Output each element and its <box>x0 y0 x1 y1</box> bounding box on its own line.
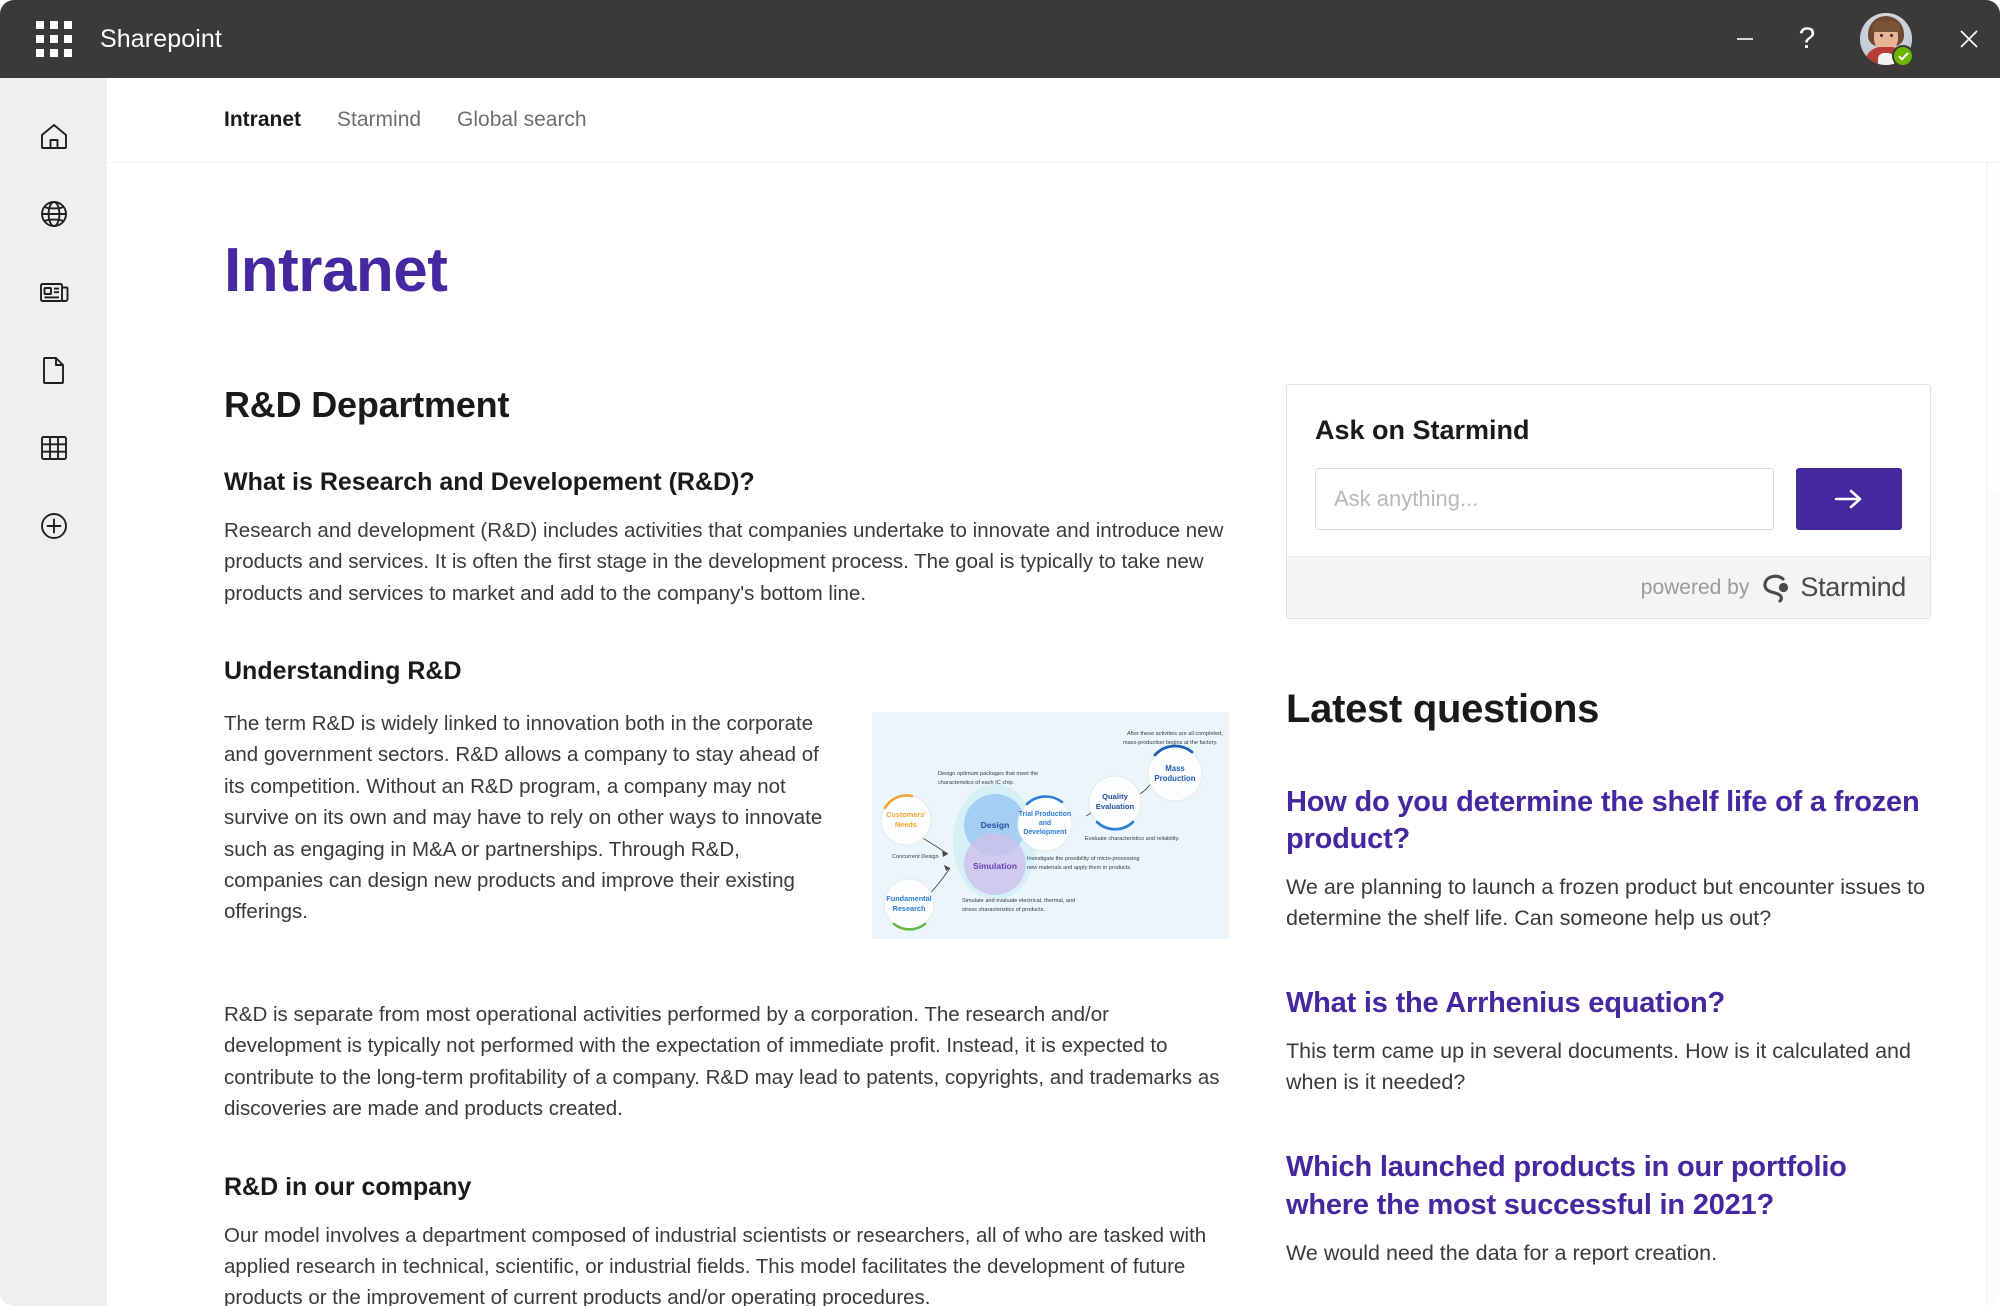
latest-questions-title: Latest questions <box>1286 687 1931 732</box>
svg-text:Research: Research <box>893 904 926 913</box>
svg-text:Customers': Customers' <box>886 810 926 819</box>
question-link[interactable]: Which launched products in our portfolio… <box>1286 1149 1931 1223</box>
svg-text:Simulation: Simulation <box>973 861 1017 871</box>
powered-by-label: powered by <box>1641 576 1750 600</box>
scrollbar-thumb[interactable] <box>1989 163 1999 493</box>
section-heading: R&D Department <box>224 384 1229 426</box>
ask-on-starmind-card: Ask on Starmind <box>1286 384 1931 619</box>
subheading-understanding-rd: Understanding R&D <box>224 657 1229 686</box>
tab-bar: Intranet Starmind Global search <box>107 78 2000 163</box>
tab-global-search[interactable]: Global search <box>457 108 587 132</box>
ask-input-row <box>1315 468 1902 530</box>
sidebar-column: Ask on Starmind <box>1286 384 1931 1268</box>
svg-text:Design: Design <box>981 820 1010 830</box>
paragraph-rd-separate: R&D is separate from most operational ac… <box>224 999 1229 1124</box>
rail-item-global[interactable] <box>22 182 86 246</box>
ask-input[interactable] <box>1315 468 1774 530</box>
article-column: R&D Department What is Research and Deve… <box>224 384 1229 1306</box>
two-column-layout: R&D Department What is Research and Deve… <box>224 384 2000 1306</box>
app-launcher-waffle-icon[interactable] <box>36 21 72 57</box>
svg-text:Investigate the possibility of: Investigate the possibility of micro-pro… <box>1027 856 1140 862</box>
question-link[interactable]: How do you determine the shelf life of a… <box>1286 784 1931 858</box>
svg-text:Concurrent Design: Concurrent Design <box>892 854 939 860</box>
svg-text:stress characteristics of prod: stress characteristics of products. <box>962 907 1045 913</box>
subheading-rd-in-our-company: R&D in our company <box>224 1173 1229 1202</box>
globe-icon <box>37 197 71 231</box>
starmind-swoosh-icon <box>1761 572 1791 604</box>
understanding-block: Customers' Needs Fundamental Research <box>224 708 1229 951</box>
paragraph-rd-in-our-company: Our model involves a department composed… <box>224 1220 1229 1306</box>
close-button[interactable] <box>1938 0 2000 78</box>
window-controls: ? <box>1714 0 2000 78</box>
page-body: Intranet R&D Department What is Research… <box>107 235 2000 1306</box>
document-icon <box>37 353 71 387</box>
app-window: Sharepoint ? <box>0 0 2000 1306</box>
arrow-right-icon <box>1832 486 1866 512</box>
content-area: Intranet Starmind Global search Intranet… <box>107 78 2000 1306</box>
svg-text:Quality: Quality <box>1102 792 1129 801</box>
svg-text:Mass: Mass <box>1165 764 1185 773</box>
svg-text:Production: Production <box>1154 774 1195 783</box>
page-title: Intranet <box>224 235 2000 306</box>
svg-text:Needs: Needs <box>895 820 917 829</box>
svg-text:Design optimum packages that m: Design optimum packages that meet the <box>938 771 1038 777</box>
question-item: How do you determine the shelf life of a… <box>1286 784 1931 933</box>
app-title: Sharepoint <box>100 25 222 54</box>
tab-starmind[interactable]: Starmind <box>337 108 421 132</box>
left-nav-rail <box>0 78 107 1306</box>
svg-text:mass-production begins at the: mass-production begins at the factory. <box>1123 740 1218 746</box>
ask-card-footer: powered by Starmind <box>1287 556 1930 618</box>
title-bar: Sharepoint ? <box>0 0 2000 78</box>
news-icon <box>37 275 71 309</box>
help-icon: ? <box>1799 24 1816 54</box>
rail-item-create[interactable] <box>22 494 86 558</box>
starmind-logo: Starmind <box>1761 572 1906 604</box>
question-item: What is the Arrhenius equation? This ter… <box>1286 985 1931 1097</box>
help-button[interactable]: ? <box>1776 0 1838 78</box>
rail-item-news[interactable] <box>22 260 86 324</box>
home-icon <box>37 119 71 153</box>
question-excerpt: We would need the data for a report crea… <box>1286 1238 1931 1269</box>
subheading-what-is-rd: What is Research and Developement (R&D)? <box>224 468 1229 497</box>
rd-process-flow-diagram: Customers' Needs Fundamental Research <box>872 712 1229 939</box>
question-link[interactable]: What is the Arrhenius equation? <box>1286 985 1931 1022</box>
minimize-button[interactable] <box>1714 0 1776 78</box>
question-excerpt: We are planning to launch a frozen produ… <box>1286 872 1931 933</box>
vertical-scrollbar[interactable] <box>1986 163 2000 1306</box>
rail-item-lists[interactable] <box>22 416 86 480</box>
svg-text:Trial Production: Trial Production <box>1019 811 1071 818</box>
plus-circle-icon <box>37 509 71 543</box>
avatar[interactable] <box>1860 13 1912 65</box>
svg-text:Evaluate characteristics and r: Evaluate characteristics and reliability… <box>1085 836 1180 842</box>
svg-text:new materials and apply them i: new materials and apply them in products… <box>1027 865 1132 871</box>
grid-icon <box>37 431 71 465</box>
starmind-wordmark: Starmind <box>1800 572 1906 603</box>
tab-intranet[interactable]: Intranet <box>224 108 301 132</box>
svg-text:and: and <box>1039 820 1051 827</box>
svg-text:characteristics of each IC chi: characteristics of each IC chip. <box>938 780 1015 786</box>
ask-card-title: Ask on Starmind <box>1315 415 1902 446</box>
ask-card-header: Ask on Starmind <box>1287 385 1930 556</box>
presence-available-icon <box>1892 45 1914 67</box>
question-item: Which launched products in our portfolio… <box>1286 1149 1931 1268</box>
svg-text:Simulate and evaluate electric: Simulate and evaluate electrical, therma… <box>962 898 1075 904</box>
svg-text:Evaluation: Evaluation <box>1096 802 1135 811</box>
rail-item-documents[interactable] <box>22 338 86 402</box>
rail-item-home[interactable] <box>22 104 86 168</box>
question-excerpt: This term came up in several documents. … <box>1286 1036 1931 1097</box>
ask-submit-button[interactable] <box>1796 468 1902 530</box>
svg-text:Fundamental: Fundamental <box>886 894 931 903</box>
svg-text:After these activities are all: After these activities are all completed… <box>1127 731 1223 737</box>
paragraph-what-is-rd: Research and development (R&D) includes … <box>224 515 1229 609</box>
svg-text:Development: Development <box>1023 829 1067 836</box>
